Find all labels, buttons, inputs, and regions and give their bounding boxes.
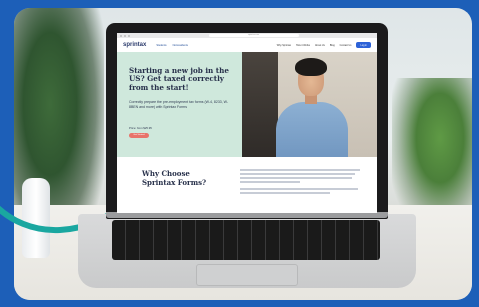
- hero-section: Starting a new job in the US? Get taxed …: [117, 52, 377, 157]
- nav-link-contact[interactable]: Contact Us: [340, 44, 352, 47]
- body-text-line: [240, 192, 330, 194]
- nav-link-about[interactable]: About Us: [315, 44, 325, 47]
- outer-frame: sprintax.com sprintax Students Nonreside…: [0, 0, 479, 307]
- body-text-line: [240, 173, 355, 175]
- get-started-button[interactable]: Get Started: [129, 133, 149, 138]
- login-button[interactable]: Log in: [356, 42, 371, 48]
- site-nav: sprintax Students Nonresidents Why Sprin…: [117, 38, 377, 53]
- why-title: Why Choose Sprintax Forms?: [142, 169, 207, 188]
- body-text-line: [240, 177, 352, 179]
- why-section: Why Choose Sprintax Forms?: [117, 157, 377, 213]
- body-text-line: [240, 169, 360, 171]
- nav-link-nonresidents[interactable]: Nonresidents: [173, 44, 188, 47]
- laptop-screen: sprintax.com sprintax Students Nonreside…: [117, 33, 377, 213]
- sprintax-logo[interactable]: sprintax: [123, 42, 146, 48]
- hero-title: Starting a new job in the US? Get taxed …: [129, 66, 229, 92]
- nav-right: Why Sprintax How it Works About Us Blog …: [277, 42, 371, 48]
- hero-price: Price: from $25.95: [129, 126, 152, 130]
- laptop-trackpad: [196, 264, 298, 286]
- person-shirt: [276, 102, 348, 157]
- body-text-line: [240, 188, 358, 190]
- nav-link-blog[interactable]: Blog: [330, 44, 335, 47]
- bookshelf: [242, 52, 278, 157]
- nav-link-how[interactable]: How it Works: [296, 44, 310, 47]
- hero-photo: [242, 52, 377, 157]
- hero-subtitle: Correctly prepare the pre-employment tax…: [129, 100, 229, 109]
- hero-text-panel: Starting a new job in the US? Get taxed …: [117, 52, 242, 157]
- window-controls: [120, 34, 130, 37]
- address-bar[interactable]: sprintax.com: [208, 34, 299, 37]
- laptop-keyboard: [112, 220, 380, 260]
- nav-link-why[interactable]: Why Sprintax: [277, 44, 291, 47]
- nav-link-students[interactable]: Students: [156, 44, 166, 47]
- person-hair: [295, 58, 327, 76]
- body-text-line: [240, 181, 300, 183]
